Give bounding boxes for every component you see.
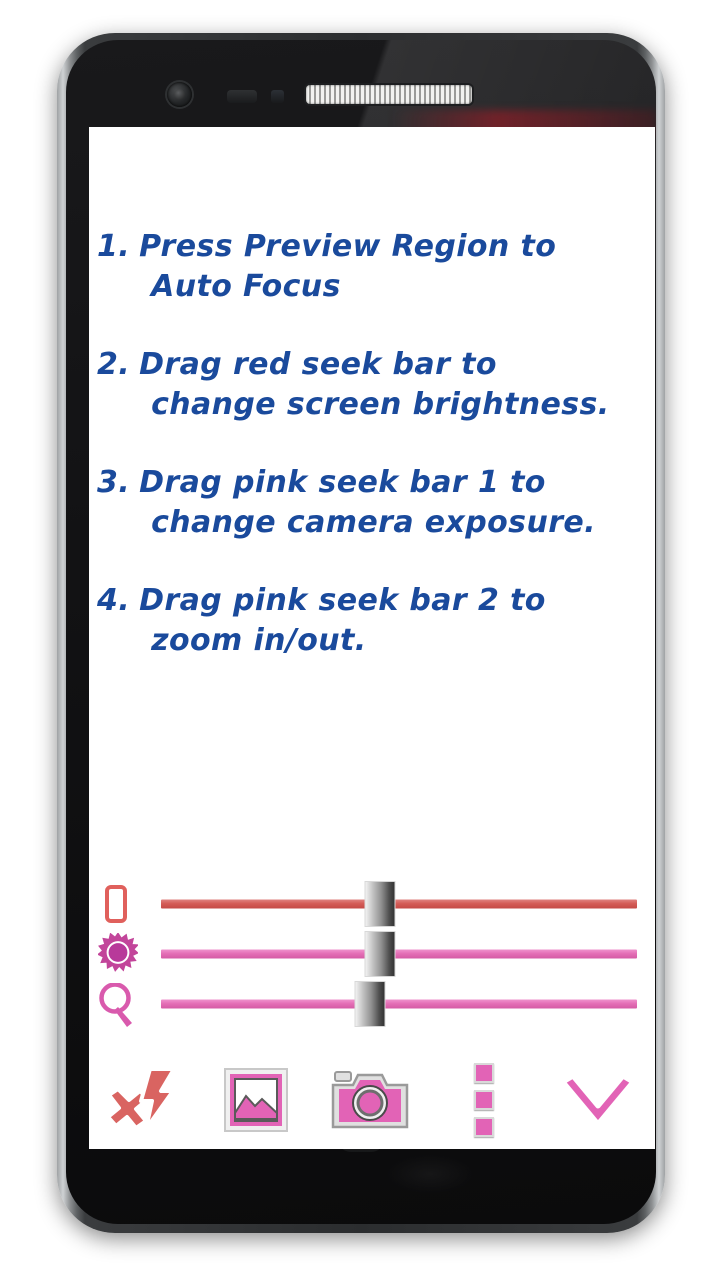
sun-icon-glyph	[98, 933, 138, 972]
instruction-number-1: 1.	[97, 229, 131, 264]
sun-icon	[95, 931, 161, 977]
chevron-down-icon	[560, 1073, 636, 1127]
instruction-text-4-line-1: Drag pink seek bar 2 to	[139, 583, 546, 618]
menu-dot	[474, 1117, 494, 1137]
light-sensor-icon	[271, 90, 284, 103]
screen-brightness-slider[interactable]	[161, 881, 637, 927]
instruction-item-1: 1. Press Preview Region to Auto Focus	[97, 227, 649, 307]
instruction-text-3-line-2: change camera exposure.	[151, 505, 596, 540]
instruction-number-3: 3.	[97, 465, 131, 500]
slider-row-camera-zoom	[95, 979, 651, 1029]
instruction-item-3: 3. Drag pink seek bar 1 to change camera…	[97, 463, 649, 543]
instruction-text-1-line-2: Auto Focus	[151, 269, 341, 304]
instruction-text-2-line-2: change screen brightness.	[151, 387, 610, 422]
menu-dot	[474, 1090, 494, 1110]
front-camera-icon	[167, 82, 192, 107]
instructions-list: 1. Press Preview Region to Auto Focus 2.…	[89, 127, 655, 699]
camera-zoom-slider[interactable]	[161, 981, 637, 1027]
instruction-text-4-line-2: zoom in/out.	[151, 623, 367, 658]
instruction-item-4: 4. Drag pink seek bar 2 to zoom in/out.	[97, 581, 649, 661]
instruction-item-2: 2. Drag red seek bar to change screen br…	[97, 345, 649, 425]
camera-exposure-slider[interactable]	[161, 931, 637, 977]
earpiece-speaker-icon	[306, 85, 472, 104]
phone-device: 1. Press Preview Region to Auto Focus 2.…	[57, 33, 665, 1233]
gallery-button[interactable]	[213, 1062, 299, 1138]
three-dots-icon	[474, 1063, 494, 1137]
camera-zoom-track[interactable]	[161, 999, 637, 1009]
camera-exposure-thumb[interactable]	[364, 931, 396, 977]
screen-brightness-track[interactable]	[161, 899, 637, 909]
shutter-button[interactable]	[327, 1062, 413, 1138]
screen-brightness-thumb[interactable]	[364, 881, 396, 927]
instruction-number-2: 2.	[97, 347, 131, 382]
picture-icon	[224, 1068, 288, 1132]
flash-off-icon	[106, 1067, 176, 1131]
camera-toolbar	[89, 1057, 655, 1143]
instruction-text-2-line-1: Drag red seek bar to	[139, 347, 497, 382]
collapse-button[interactable]	[555, 1062, 641, 1138]
slider-row-camera-exposure	[95, 929, 651, 979]
device-body: 1. Press Preview Region to Auto Focus 2.…	[66, 40, 656, 1224]
slider-controls	[89, 879, 655, 1029]
phone-icon	[95, 881, 161, 927]
camera-icon	[331, 1071, 409, 1129]
magnifier-icon-glyph	[99, 983, 132, 1027]
slider-row-screen-brightness	[95, 879, 651, 929]
camera-exposure-track[interactable]	[161, 949, 637, 959]
camera-zoom-thumb[interactable]	[354, 981, 386, 1027]
phone-screen: 1. Press Preview Region to Auto Focus 2.…	[89, 127, 655, 1149]
instruction-number-4: 4.	[97, 583, 131, 618]
flash-off-button[interactable]	[99, 1062, 185, 1138]
menu-dot	[474, 1063, 494, 1083]
proximity-sensor-icon	[227, 90, 257, 103]
instruction-text-3-line-1: Drag pink seek bar 1 to	[139, 465, 546, 500]
instruction-text-1-line-1: Press Preview Region to	[139, 229, 557, 264]
overflow-menu-button[interactable]	[441, 1062, 527, 1138]
magnifier-icon	[95, 981, 161, 1027]
device-bottom-highlight	[384, 1154, 475, 1194]
